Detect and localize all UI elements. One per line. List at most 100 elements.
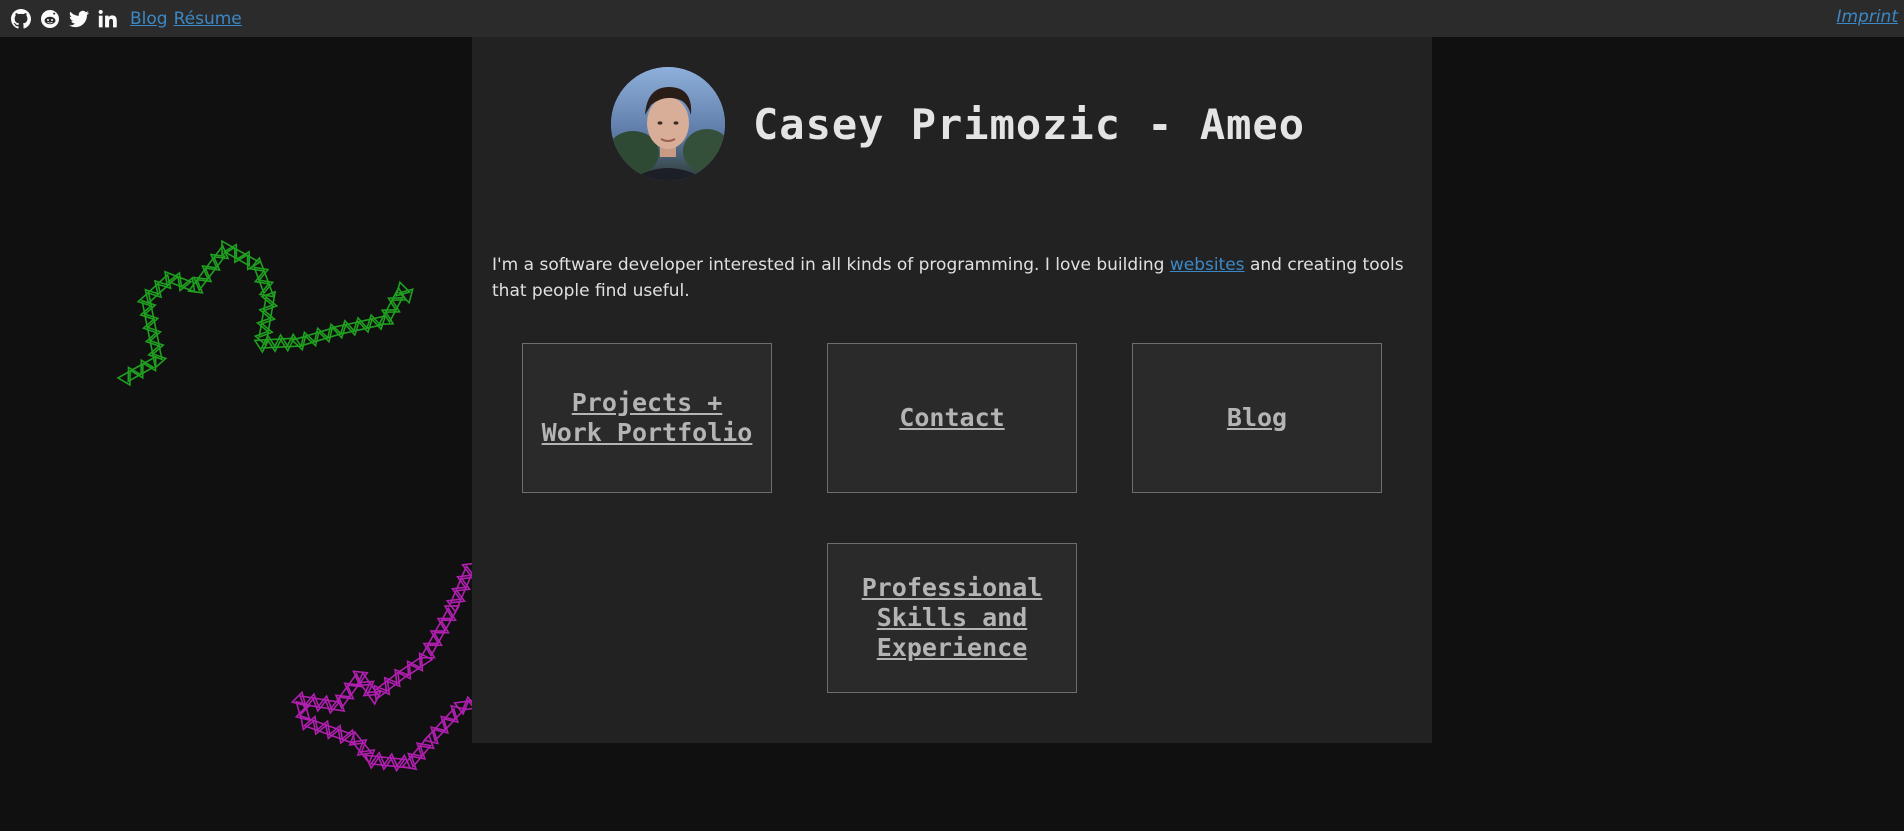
decor-triangle (146, 282, 163, 299)
decor-triangle (290, 335, 307, 352)
decor-triangle (362, 681, 380, 697)
decor-triangle (136, 290, 153, 308)
decor-triangle (432, 717, 449, 734)
decor-triangle (422, 728, 439, 745)
decor-triangle (272, 333, 290, 349)
decor-triangle (409, 744, 427, 760)
social-icons (10, 8, 118, 29)
projects-portfolio-tile[interactable]: Projects + Work Portfolio (522, 343, 772, 493)
professional-skills-tile[interactable]: Professional Skills and Experience (827, 543, 1077, 693)
decor-triangle (440, 606, 457, 622)
blog-tile[interactable]: Blog (1132, 343, 1382, 493)
decor-triangle (260, 308, 277, 326)
decor-triangle (376, 755, 394, 771)
decor-triangle (142, 355, 157, 372)
decor-triangle (144, 330, 161, 348)
decor-triangle (384, 298, 401, 314)
decor-triangle (377, 310, 395, 326)
decor-triangle (258, 282, 276, 298)
decor-triangle (266, 338, 283, 353)
decor-triangle (303, 692, 321, 709)
linkedin-icon[interactable] (97, 8, 118, 29)
contact-tile[interactable]: Contact (827, 343, 1077, 493)
decor-triangle (153, 279, 170, 296)
decor-triangle (364, 754, 381, 770)
resume-link[interactable]: Résume (174, 9, 242, 29)
decor-triangle (422, 642, 440, 658)
github-icon[interactable] (10, 8, 31, 29)
decor-triangle (312, 719, 328, 736)
decor-triangle (373, 684, 389, 701)
professional-skills-label[interactable]: Professional Skills and Experience (862, 573, 1043, 663)
decor-triangle (212, 244, 230, 260)
decor-triangle (311, 696, 328, 713)
decor-triangle (285, 332, 303, 348)
decor-triangle (351, 738, 368, 755)
projects-portfolio-label[interactable]: Projects + Work Portfolio (542, 388, 753, 448)
decor-triangle (449, 588, 466, 604)
decor-triangle (385, 671, 401, 688)
websites-link[interactable]: websites (1170, 255, 1245, 275)
decor-triangle (147, 344, 163, 361)
decor-triangle (246, 254, 262, 271)
decor-triangle (330, 323, 348, 340)
decor-triangle (201, 265, 218, 281)
decor-triangle (358, 680, 375, 696)
decor-triangle (253, 330, 270, 347)
decor-triangle (317, 327, 334, 344)
decor-triangle (313, 326, 330, 343)
decor-triangle (355, 671, 373, 687)
decor-triangle (209, 253, 227, 269)
page-header: Casey Primozic - Ameo (611, 67, 1305, 181)
twitter-icon[interactable] (68, 8, 89, 29)
decor-triangle (418, 651, 434, 669)
decor-triangle (406, 659, 422, 677)
imprint-link[interactable]: Imprint (1836, 7, 1898, 27)
decor-triangle (141, 317, 158, 334)
decor-triangle (442, 707, 459, 724)
decor-triangle (249, 256, 266, 273)
decor-triangle (298, 694, 316, 711)
blog-link[interactable]: Blog (130, 9, 168, 29)
decor-triangle (255, 316, 272, 334)
top-nav-bar: Blog Résume Imprint (0, 0, 1904, 37)
decor-triangle (365, 313, 383, 330)
decor-triangle (443, 605, 461, 620)
decor-triangle (235, 250, 251, 268)
reddit-icon[interactable] (39, 8, 60, 29)
decor-triangle (418, 733, 435, 750)
decor-triangle (144, 288, 161, 305)
decor-triangle (151, 352, 168, 370)
decor-triangle (300, 330, 317, 347)
decor-triangle (139, 304, 155, 321)
decor-triangle (359, 748, 376, 765)
decor-triangle (233, 246, 249, 264)
decor-triangle (176, 275, 193, 292)
decor-triangle (294, 705, 311, 722)
decor-triangle (258, 303, 274, 321)
decor-triangle (374, 679, 391, 696)
decor-triangle (303, 331, 320, 348)
decor-triangle (407, 752, 424, 769)
decor-triangle (450, 586, 468, 602)
decor-triangle (290, 690, 307, 707)
decor-triangle (324, 723, 341, 740)
decor-triangle (383, 676, 400, 693)
contact-label[interactable]: Contact (899, 403, 1004, 433)
decor-triangle (116, 369, 131, 387)
decor-triangle (204, 255, 221, 271)
decor-triangle (295, 700, 312, 717)
decor-triangle (453, 700, 470, 716)
decor-triangle (167, 271, 183, 288)
decor-triangle (382, 752, 399, 768)
decor-triangle (343, 320, 361, 337)
decor-triangle (346, 672, 364, 688)
decor-triangle (149, 339, 165, 356)
decor-triangle (370, 314, 387, 331)
decor-triangle (143, 312, 160, 330)
decor-triangle (187, 278, 204, 294)
decor-triangle (380, 308, 398, 324)
decor-triangle (343, 682, 360, 698)
blog-tile-label[interactable]: Blog (1227, 403, 1287, 433)
decor-triangle (253, 269, 271, 285)
